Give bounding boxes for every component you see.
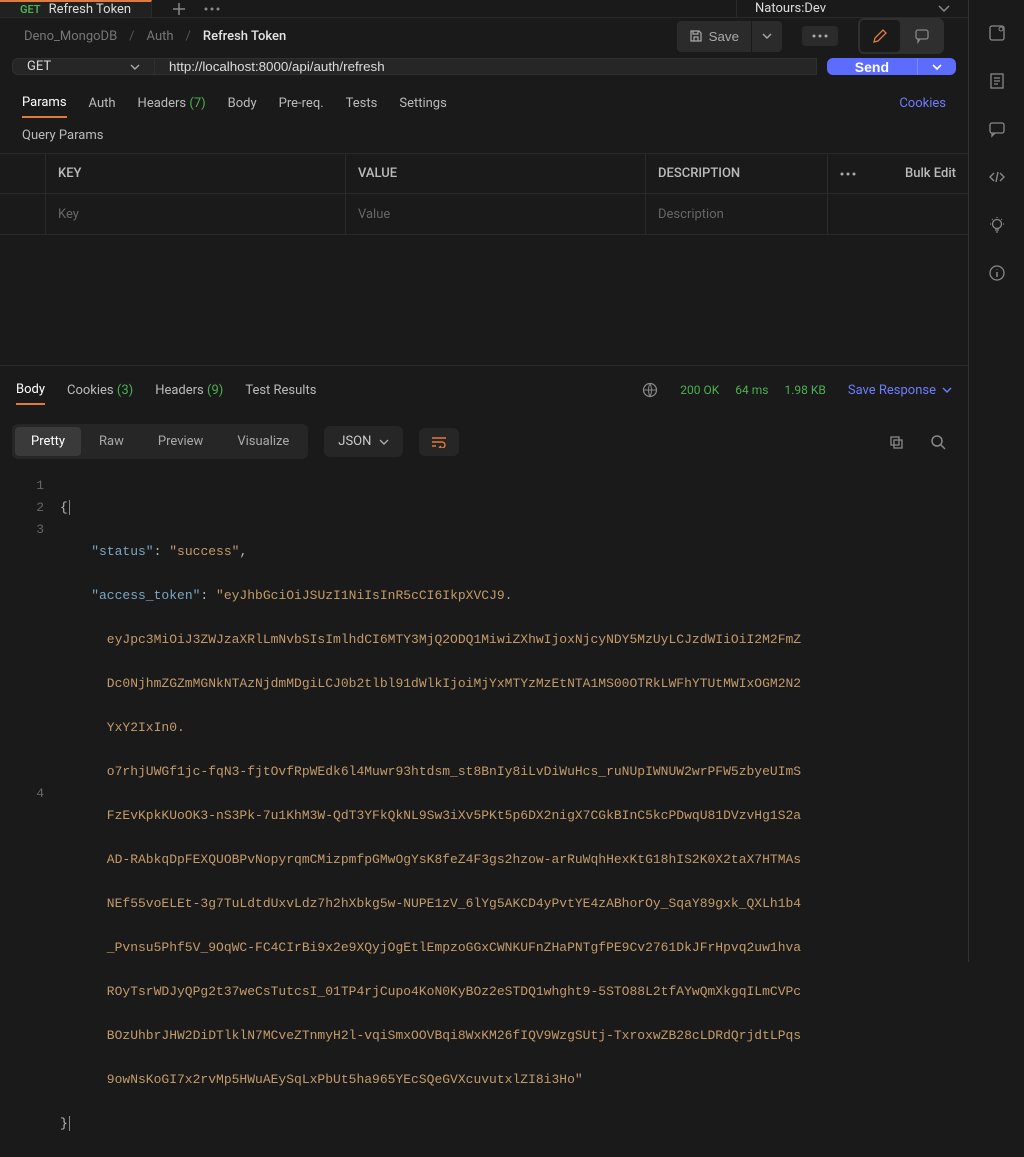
tab-body[interactable]: Body — [228, 90, 257, 117]
tab-prereq[interactable]: Pre-req. — [279, 90, 324, 117]
environment-picker[interactable]: Natours:Dev — [736, 0, 968, 17]
status-code: 200 OK — [680, 383, 719, 397]
format-dropdown[interactable]: JSON — [324, 426, 403, 457]
tab-headers[interactable]: Headers (7) — [138, 90, 206, 117]
response-body[interactable]: 123 4 { "status": "success", "access_tok… — [0, 469, 968, 1157]
bulk-edit-link[interactable]: Bulk Edit — [878, 166, 968, 181]
environment-name: Natours:Dev — [755, 1, 826, 16]
network-icon[interactable] — [642, 382, 658, 398]
qp-key-input[interactable]: Key — [46, 194, 346, 234]
qp-header-key: KEY — [46, 154, 346, 193]
response-area: Body Cookies (3) Headers (9) Test Result… — [0, 365, 968, 1157]
status-block: 200 OK 64 ms 1.98 KB — [680, 383, 826, 397]
comments-icon[interactable] — [988, 120, 1006, 138]
request-tabs: Params Auth Headers (7) Body Pre-req. Te… — [0, 89, 968, 118]
right-rail — [968, 0, 1024, 962]
breadcrumb-root[interactable]: Deno_MongoDB — [24, 29, 117, 44]
save-response-link[interactable]: Save Response — [848, 383, 952, 398]
url-input[interactable] — [154, 58, 817, 75]
method-value: GET — [27, 59, 51, 74]
qp-desc-input[interactable]: Description — [646, 194, 828, 234]
more-actions-button[interactable] — [802, 26, 838, 46]
info-icon[interactable] — [988, 264, 1006, 282]
breadcrumb-row: Deno_MongoDB / Auth / Refresh Token Save — [0, 18, 968, 54]
tab-refresh-token[interactable]: GET Refresh Token — [0, 0, 152, 17]
view-tabs: Pretty Raw Preview Visualize JSON — [0, 414, 968, 469]
qp-more-icon[interactable] — [828, 172, 878, 176]
cookies-link[interactable]: Cookies — [899, 96, 946, 111]
qp-value-input[interactable]: Value — [346, 194, 646, 234]
code-content: { "status": "success", "access_token": "… — [60, 475, 968, 1157]
view-pretty[interactable]: Pretty — [15, 427, 81, 456]
edit-mode-icon[interactable] — [860, 20, 900, 52]
tab-title: Refresh Token — [49, 2, 132, 17]
save-label: Save — [709, 29, 739, 44]
comment-mode-icon[interactable] — [902, 20, 942, 52]
tab-params[interactable]: Params — [22, 89, 67, 118]
query-params-table: KEY VALUE DESCRIPTION Bulk Edit Key Valu… — [0, 153, 968, 235]
status-size: 1.98 KB — [784, 383, 825, 397]
resp-tab-headers[interactable]: Headers (9) — [155, 377, 223, 404]
qp-empty-row[interactable]: Key Value Description — [0, 194, 968, 234]
tab-method-badge: GET — [20, 3, 41, 16]
tabbar: GET Refresh Token Natours:Dev — [0, 0, 968, 18]
save-button[interactable]: Save — [677, 21, 751, 52]
resp-tab-test-results[interactable]: Test Results — [245, 377, 316, 404]
resp-tab-body[interactable]: Body — [16, 376, 45, 405]
response-tabs: Body Cookies (3) Headers (9) Test Result… — [0, 366, 968, 414]
send-dropdown[interactable] — [917, 58, 956, 75]
breadcrumb-auth[interactable]: Auth — [147, 29, 174, 44]
save-dropdown[interactable] — [751, 21, 782, 52]
tab-settings[interactable]: Settings — [399, 90, 446, 117]
chevron-down-icon — [938, 5, 950, 13]
breadcrumb-leaf: Refresh Token — [203, 29, 286, 44]
environment-quicklook-icon[interactable] — [988, 24, 1006, 42]
more-tabs-icon[interactable] — [204, 7, 220, 11]
resp-tab-cookies[interactable]: Cookies (3) — [67, 377, 133, 404]
view-preview[interactable]: Preview — [142, 427, 219, 456]
copy-icon[interactable] — [878, 428, 914, 456]
url-row: GET Send — [12, 58, 956, 75]
wrap-lines-icon[interactable] — [419, 428, 459, 456]
tab-auth[interactable]: Auth — [89, 90, 116, 117]
code-icon[interactable] — [988, 168, 1006, 186]
new-tab-icon[interactable] — [172, 2, 186, 16]
view-visualize[interactable]: Visualize — [221, 427, 305, 456]
send-button[interactable]: Send — [827, 58, 917, 75]
documentation-icon[interactable] — [988, 72, 1006, 90]
qp-header-desc: DESCRIPTION — [646, 154, 828, 193]
qp-header-value: VALUE — [346, 154, 646, 193]
tab-tests[interactable]: Tests — [346, 90, 378, 117]
lightbulb-icon[interactable] — [988, 216, 1006, 234]
view-mode-toggle — [858, 18, 944, 54]
view-raw[interactable]: Raw — [83, 427, 140, 456]
search-icon[interactable] — [920, 428, 956, 456]
line-gutter: 123 4 — [0, 475, 60, 1157]
method-select[interactable]: GET — [12, 58, 154, 75]
status-time: 64 ms — [735, 383, 768, 397]
query-params-title: Query Params — [0, 118, 968, 153]
